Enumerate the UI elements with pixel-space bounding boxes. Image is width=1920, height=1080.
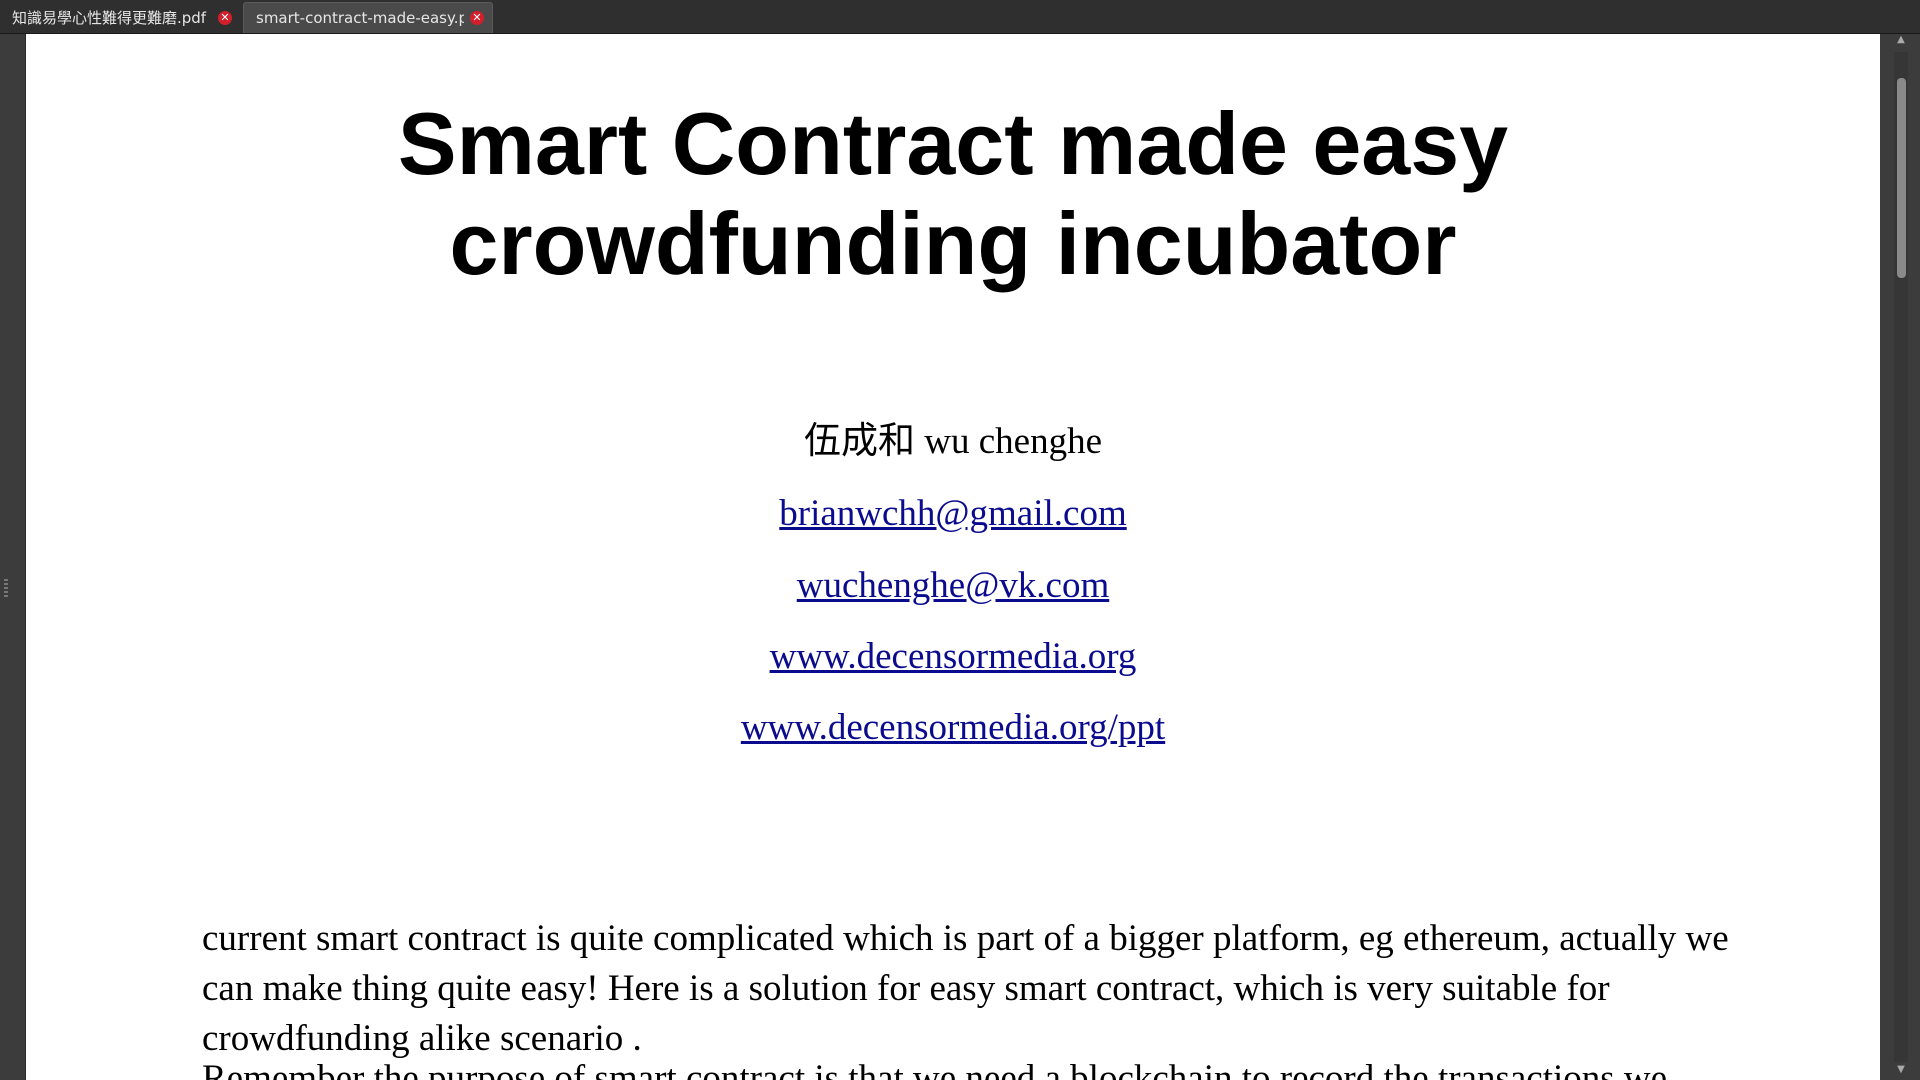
email-link-1-row: brianwchh@gmail.com [26,492,1880,536]
scroll-up-icon[interactable]: ▲ [1895,34,1907,46]
close-icon[interactable]: ✕ [470,11,484,25]
email-link-vk[interactable]: wuchenghe@vk.com [797,565,1110,606]
second-paragraph: Remember the purpose of smart contract i… [202,1058,1668,1080]
author-line: 伍成和 wu chenghe [804,421,1102,462]
close-icon[interactable]: ✕ [218,10,232,25]
tab-pdf-2-active[interactable]: smart-contract-made-easy.pdf ✕ [243,2,493,33]
tab-bar: 知識易學心性難得更難磨.pdf ✕ smart-contract-made-ea… [0,0,1920,34]
email-link-gmail[interactable]: brianwchh@gmail.com [779,493,1126,534]
title-line-1: Smart Contract made easy [397,94,1509,193]
document-page: Smart Contract made easy crowdfunding in… [26,34,1880,1080]
scroll-down-icon[interactable]: ▼ [1895,1064,1907,1076]
website-link-row: www.decensormedia.org [26,635,1880,679]
tab-label: 知識易學心性難得更難磨.pdf [12,9,207,27]
website-link[interactable]: www.decensormedia.org [770,636,1137,677]
side-panel-gutter [0,34,26,1080]
resize-grip-icon[interactable] [4,579,8,599]
tab-pdf-1[interactable]: 知識易學心性難得更難磨.pdf ✕ [0,2,240,33]
ppt-link[interactable]: www.decensormedia.org/ppt [741,707,1165,748]
tab-label: smart-contract-made-easy.pdf [256,9,464,27]
ppt-link-row: www.decensormedia.org/ppt [26,706,1880,750]
intro-paragraph: current smart contract is quite complica… [202,918,1729,1059]
title-line-2: crowdfunding incubator [449,194,1457,293]
scrollbar-thumb[interactable] [1897,78,1906,278]
document-title: Smart Contract made easy crowdfunding in… [26,94,1880,294]
email-link-2-row: wuchenghe@vk.com [26,564,1880,608]
